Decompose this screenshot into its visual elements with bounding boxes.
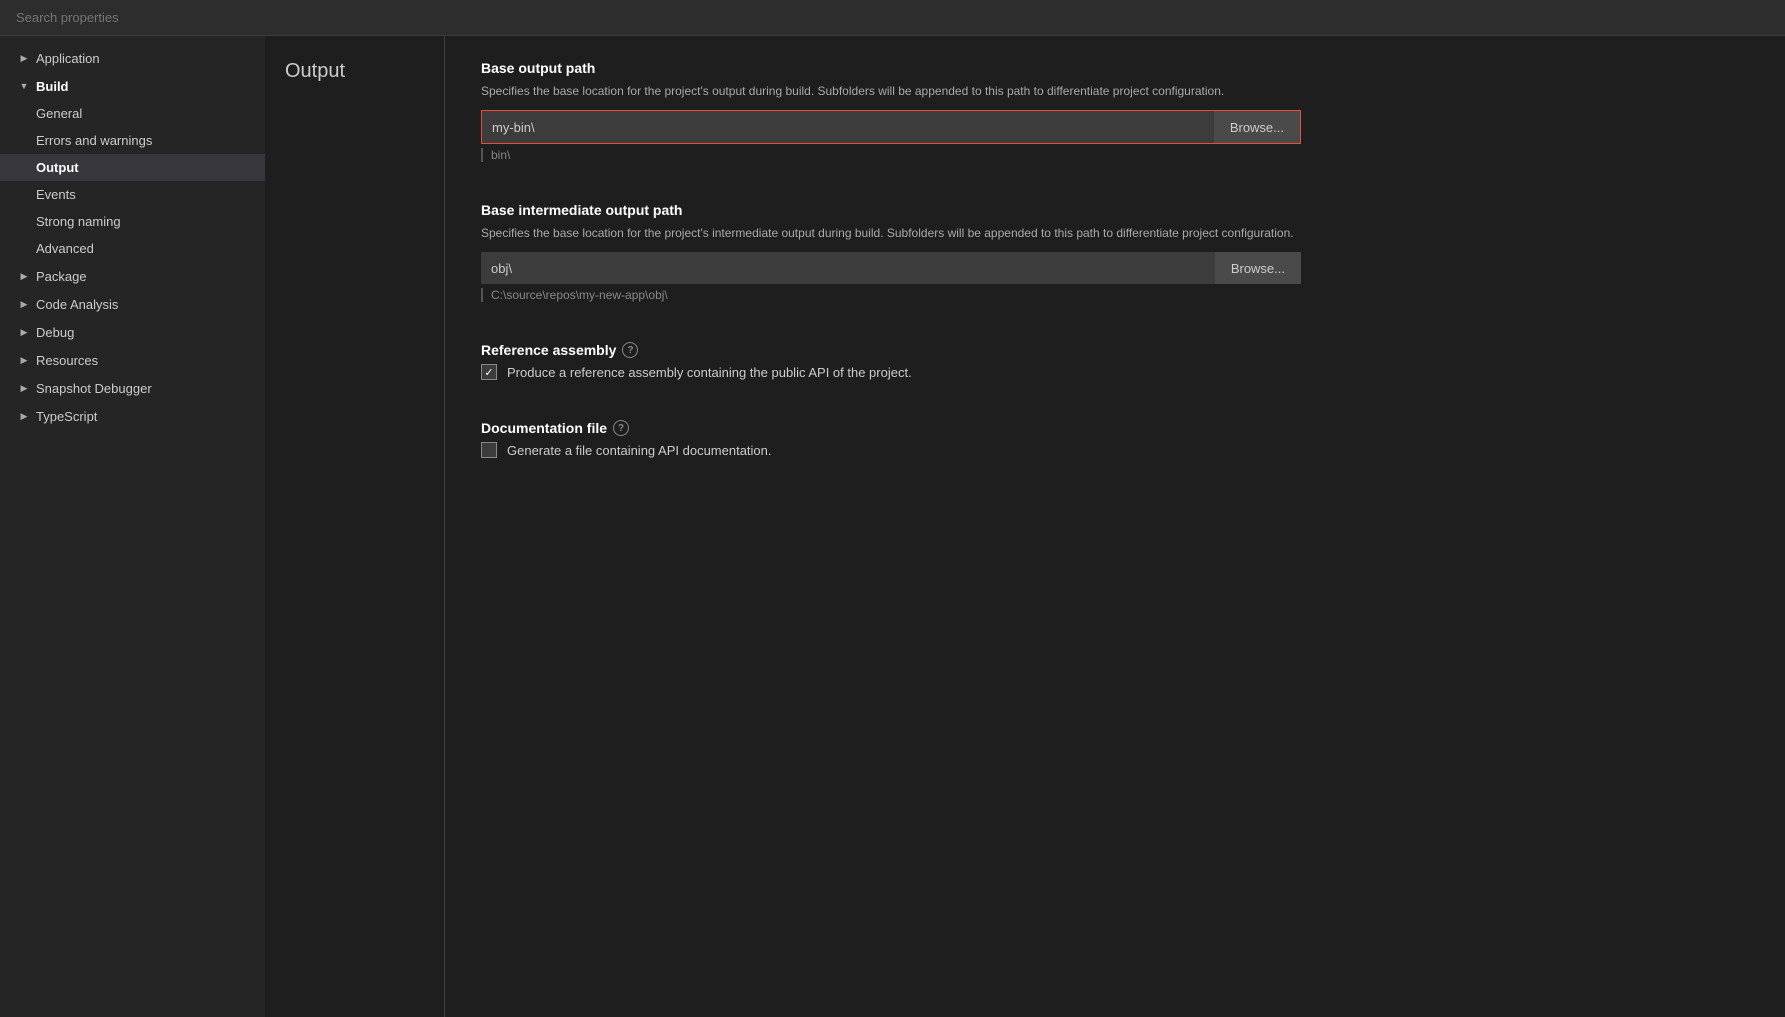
sidebar-item-label: Errors and warnings [36,133,152,148]
chevron-right-icon [16,268,32,284]
sidebar-item-build-general[interactable]: General [0,100,265,127]
main-content: Base output path Specifies the base loca… [445,36,1785,1017]
base-output-input[interactable] [482,111,1214,143]
sidebar-item-label: Application [36,51,100,66]
sidebar-item-resources[interactable]: Resources [0,346,265,374]
reference-assembly-help-icon[interactable]: ? [622,342,638,358]
sidebar-item-build-strongnaming[interactable]: Strong naming [0,208,265,235]
base-output-input-row: Browse... [481,110,1301,144]
reference-assembly-label: Reference assembly ? [481,342,1749,358]
sidebar-item-label: General [36,106,82,121]
base-output-section: Base output path Specifies the base loca… [481,60,1749,162]
documentation-file-section: Documentation file ? Generate a file con… [481,420,1749,458]
main-layout: Application Build General Errors and war… [0,36,1785,1017]
sidebar-item-label: Strong naming [36,214,121,229]
sidebar-item-code-analysis[interactable]: Code Analysis [0,290,265,318]
section-title-panel: Output [265,36,445,1017]
sidebar-item-label: Snapshot Debugger [36,381,152,396]
reference-assembly-checkbox-row: Produce a reference assembly containing … [481,364,1749,380]
sidebar-item-label: Debug [36,325,74,340]
base-intermediate-label: Base intermediate output path [481,202,1749,218]
base-intermediate-hint: C:\source\repos\my-new-app\obj\ [481,288,1749,302]
base-intermediate-browse-button[interactable]: Browse... [1215,252,1301,284]
search-bar [0,0,1785,36]
sidebar-item-build[interactable]: Build [0,72,265,100]
content-area: Output Base output path Specifies the ba… [265,36,1785,1017]
section-title: Output [285,60,424,83]
sidebar-item-build-errors[interactable]: Errors and warnings [0,127,265,154]
sidebar-item-label: Package [36,269,87,284]
sidebar-item-label: Code Analysis [36,297,118,312]
sidebar-item-snapshot-debugger[interactable]: Snapshot Debugger [0,374,265,402]
sidebar-item-build-advanced[interactable]: Advanced [0,235,265,262]
sidebar-item-typescript[interactable]: TypeScript [0,402,265,430]
base-intermediate-input[interactable] [481,252,1215,284]
documentation-file-checkbox-row: Generate a file containing API documenta… [481,442,1749,458]
sidebar-item-label: Resources [36,353,98,368]
reference-assembly-checkbox-label: Produce a reference assembly containing … [507,365,912,380]
sidebar-item-label: Events [36,187,76,202]
sidebar-item-debug[interactable]: Debug [0,318,265,346]
reference-assembly-section: Reference assembly ? Produce a reference… [481,342,1749,380]
chevron-right-icon [16,352,32,368]
chevron-right-icon [16,408,32,424]
sidebar-item-label: Output [36,160,79,175]
documentation-file-checkbox-label: Generate a file containing API documenta… [507,443,772,458]
documentation-file-label: Documentation file ? [481,420,1749,436]
sidebar-item-label: TypeScript [36,409,97,424]
chevron-right-icon [16,324,32,340]
chevron-down-icon [16,78,32,94]
sidebar-item-label: Build [36,79,69,94]
sidebar-item-build-output[interactable]: Output [0,154,265,181]
base-output-browse-button[interactable]: Browse... [1214,111,1300,143]
chevron-right-icon [16,380,32,396]
documentation-file-checkbox[interactable] [481,442,497,458]
base-intermediate-input-row: Browse... [481,252,1301,284]
documentation-file-help-icon[interactable]: ? [613,420,629,436]
base-output-label: Base output path [481,60,1749,76]
base-output-description: Specifies the base location for the proj… [481,82,1301,100]
sidebar-item-package[interactable]: Package [0,262,265,290]
sidebar-item-build-events[interactable]: Events [0,181,265,208]
base-intermediate-section: Base intermediate output path Specifies … [481,202,1749,302]
base-intermediate-description: Specifies the base location for the proj… [481,224,1301,242]
chevron-right-icon [16,50,32,66]
sidebar: Application Build General Errors and war… [0,36,265,1017]
sidebar-item-label: Advanced [36,241,94,256]
sidebar-item-application[interactable]: Application [0,44,265,72]
chevron-right-icon [16,296,32,312]
base-output-hint: bin\ [481,148,1749,162]
search-input[interactable] [16,10,1769,25]
reference-assembly-checkbox[interactable] [481,364,497,380]
